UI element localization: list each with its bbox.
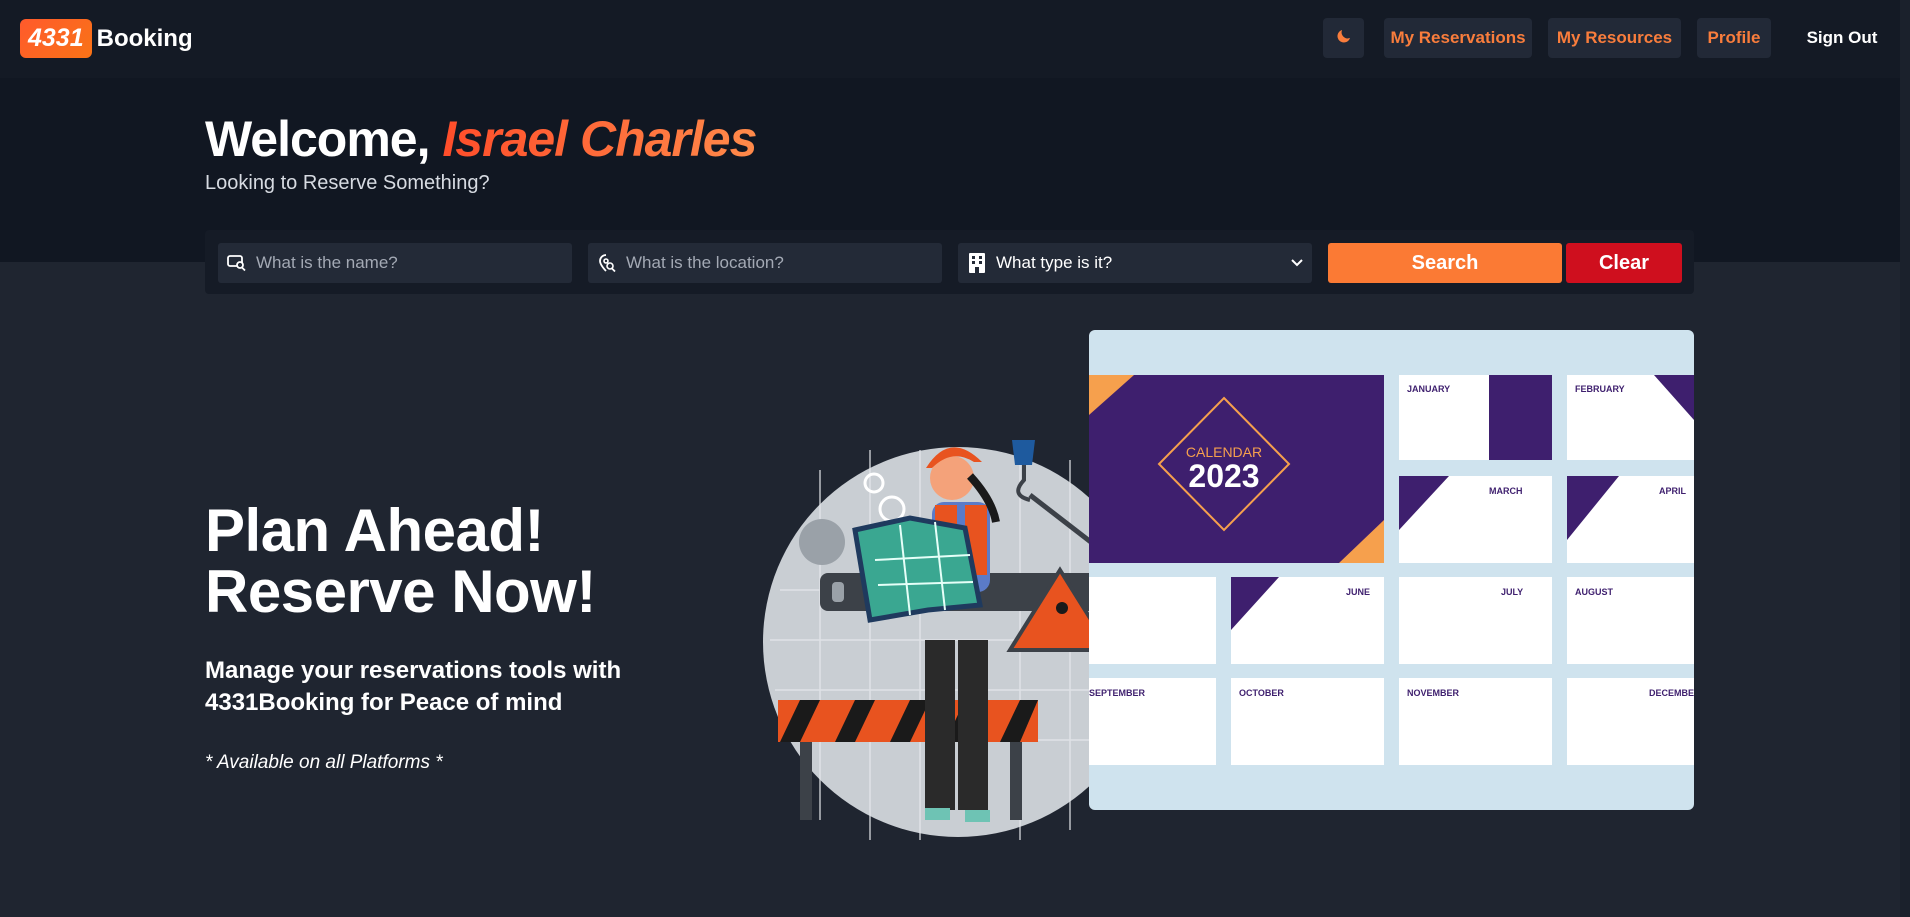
hero-note: * Available on all Platforms * <box>205 752 443 773</box>
month-february: FEBRUARY <box>1575 384 1625 394</box>
welcome-greeting: Welcome, <box>205 111 430 167</box>
welcome-heading: Welcome, Israel Charles <box>205 110 757 168</box>
building-icon <box>958 243 996 283</box>
search-bar: What type is it? Search Clear <box>205 230 1694 294</box>
month-august: AUGUST <box>1575 587 1614 597</box>
hero-description: Manage your reservations tools with 4331… <box>205 657 622 716</box>
my-resources-link[interactable]: My Resources <box>1548 18 1681 58</box>
welcome-subtitle: Looking to Reserve Something? <box>205 172 490 194</box>
month-july: JULY <box>1501 587 1523 597</box>
sign-out-link[interactable]: Sign Out <box>1786 18 1898 58</box>
moon-icon <box>1335 27 1353 50</box>
name-field <box>218 243 572 283</box>
user-name: Israel Charles <box>442 111 757 167</box>
month-october: OCTOBER <box>1239 688 1284 698</box>
month-june: JUNE <box>1346 587 1370 597</box>
type-select-value: What type is it? <box>996 253 1113 272</box>
theme-toggle-button[interactable] <box>1323 18 1364 58</box>
month-january: JANUARY <box>1407 384 1450 394</box>
calendar-cover-year: 2023 <box>1188 458 1259 494</box>
nav-links: My Reservations My Resources Profile Sig… <box>0 18 1910 58</box>
clear-button[interactable]: Clear <box>1566 243 1682 283</box>
month-november: NOVEMBER <box>1407 688 1460 698</box>
hero-title-line1: Plan Ahead! <box>205 497 545 564</box>
name-search-icon <box>218 243 256 283</box>
search-button[interactable]: Search <box>1328 243 1562 283</box>
location-input[interactable] <box>626 253 942 273</box>
type-select[interactable]: What type is it? <box>958 243 1312 283</box>
month-september: SEPTEMBER <box>1089 688 1146 698</box>
hero-title-line2: Reserve Now! <box>205 558 596 625</box>
month-december: DECEMBER <box>1649 688 1694 698</box>
month-april: APRIL <box>1659 486 1687 496</box>
navbar: 4331 Booking My Reservations My Resource… <box>0 0 1910 78</box>
calendar-promo-image: CALENDAR 2023 JANUARY FEBRUARY MARCH APR… <box>1089 330 1694 810</box>
location-search-icon <box>588 243 626 283</box>
my-reservations-link[interactable]: My Reservations <box>1384 18 1532 58</box>
name-input[interactable] <box>256 253 572 273</box>
hero-title: Plan Ahead! Reserve Now! <box>205 500 596 622</box>
month-march: MARCH <box>1489 486 1523 496</box>
chevron-down-icon <box>1282 259 1312 267</box>
profile-link[interactable]: Profile <box>1697 18 1771 58</box>
page-scrollbar[interactable] <box>1900 0 1910 917</box>
location-field <box>588 243 942 283</box>
